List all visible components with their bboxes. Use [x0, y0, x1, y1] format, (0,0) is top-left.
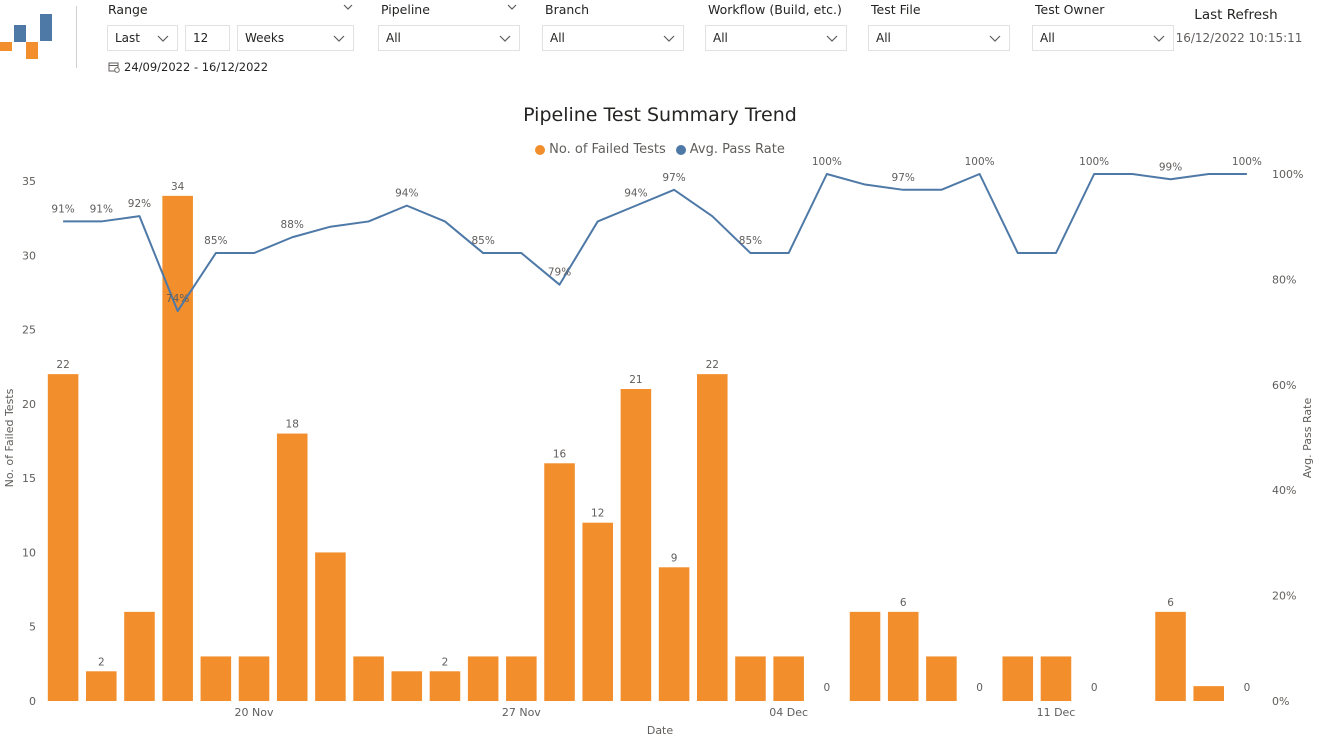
y-right-tick-label: 60%: [1272, 379, 1296, 392]
bar: [391, 671, 423, 701]
y-tick-label: 10: [22, 546, 36, 559]
y-right-tick-label: 0%: [1272, 695, 1289, 708]
y-tick-label: 30: [22, 249, 36, 262]
bar-data-label: 12: [591, 508, 604, 520]
bar: [506, 656, 537, 701]
bar: [735, 656, 766, 701]
y-right-tick-label: 100%: [1272, 168, 1303, 181]
line-data-label: 85%: [739, 235, 762, 247]
x-tick-label: 04 Dec: [769, 706, 808, 719]
pass-rate-line: [63, 173, 1247, 313]
y-axis-title: No. of Failed Tests: [3, 388, 16, 487]
bar: [658, 567, 690, 701]
line-data-label: 97%: [662, 172, 685, 184]
bar: [1193, 686, 1224, 701]
bar-data-label: 2: [442, 656, 449, 668]
x-tick-label: 11 Dec: [1037, 706, 1076, 719]
line-data-label: 100%: [965, 156, 995, 168]
bar-data-label: 6: [1167, 597, 1174, 609]
bar-data-label: 0: [824, 682, 831, 694]
bar: [887, 611, 919, 701]
bar-data-label: 22: [706, 359, 719, 371]
bar: [200, 656, 232, 701]
line-data-label: 91%: [51, 203, 74, 215]
bar: [1002, 656, 1034, 701]
y-tick-label: 20: [22, 398, 36, 411]
bar-data-label: 21: [629, 374, 642, 386]
line-data-label: 100%: [812, 156, 842, 168]
bar: [773, 656, 804, 701]
trend-chart: 051015202530350%20%40%60%80%100%20 Nov 27…: [3, 156, 1314, 737]
y-tick-label: 35: [22, 175, 36, 188]
line-data-label: 97%: [892, 172, 915, 184]
line-data-label: 91%: [90, 203, 113, 215]
bar-data-label: 16: [553, 448, 567, 460]
bar-data-label: 9: [671, 552, 678, 564]
bar: [162, 195, 193, 701]
y-right-tick-label: 80%: [1272, 273, 1296, 286]
y-right-tick-label: 20%: [1272, 590, 1296, 603]
bar: [1040, 656, 1072, 701]
bar: [697, 374, 728, 701]
y-tick-label: 0: [29, 695, 36, 708]
line-data-label: 74%: [166, 293, 189, 305]
line-data-label: 85%: [471, 235, 494, 247]
y-right-tick-label: 40%: [1272, 484, 1296, 497]
x-tick-label: 20 Nov: [235, 706, 274, 719]
bar: [276, 433, 308, 701]
bar: [315, 552, 346, 701]
bar-data-label: 34: [171, 181, 185, 193]
line-data-label: 79%: [548, 267, 571, 279]
x-axis-title: Date: [647, 724, 674, 737]
y-tick-label: 25: [22, 324, 36, 337]
bar-data-label: 2: [98, 656, 105, 668]
bar: [544, 463, 575, 701]
bar: [238, 656, 270, 701]
y-tick-label: 5: [29, 621, 36, 634]
x-tick-label: 27 Nov: [502, 706, 541, 719]
bar-data-label: 18: [286, 419, 299, 431]
line-data-label: 94%: [395, 188, 418, 200]
bar: [467, 656, 499, 701]
bar: [124, 611, 155, 701]
bar: [582, 522, 613, 701]
y-right-axis-title: Avg. Pass Rate: [1301, 398, 1314, 479]
bar-data-label: 22: [56, 359, 69, 371]
bar-data-label: 0: [1244, 682, 1251, 694]
bar: [47, 374, 79, 701]
line-data-label: 92%: [128, 198, 151, 210]
line-data-label: 85%: [204, 235, 227, 247]
line-data-label: 99%: [1159, 161, 1182, 173]
y-tick-label: 15: [22, 472, 36, 485]
bar: [849, 611, 881, 701]
bar: [353, 656, 384, 701]
bar-data-label: 0: [1091, 682, 1098, 694]
line-data-label: 94%: [624, 188, 647, 200]
bar-data-label: 0: [976, 682, 983, 694]
line-data-label: 88%: [281, 219, 304, 231]
bar-data-label: 6: [900, 597, 907, 609]
bar: [620, 389, 652, 701]
bar: [926, 656, 957, 701]
line-data-label: 100%: [1232, 156, 1262, 168]
bar: [1155, 611, 1186, 701]
line-data-label: 100%: [1079, 156, 1109, 168]
bar: [429, 671, 461, 701]
bar: [86, 671, 117, 701]
